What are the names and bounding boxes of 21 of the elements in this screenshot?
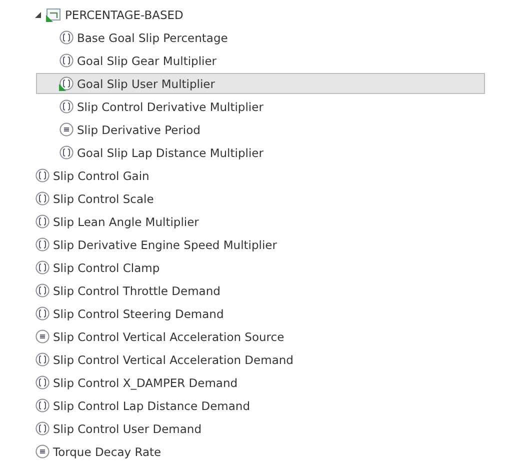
tree-item[interactable]: Goal Slip User Multiplier — [36, 73, 485, 94]
tree-item[interactable]: Slip Control Clamp — [33, 257, 485, 278]
tree-item[interactable]: Slip Control Vertical Acceleration Source — [33, 326, 485, 347]
tree-item[interactable]: Slip Control Vertical Acceleration Demand — [33, 349, 485, 370]
tree-item[interactable]: PERCENTAGE-BASED — [33, 4, 485, 25]
tree-item[interactable]: Slip Lean Angle Multiplier — [33, 211, 485, 232]
tree-item[interactable]: Torque Decay Rate — [33, 441, 485, 462]
tree-item[interactable]: Slip Derivative Engine Speed Multiplier — [33, 234, 485, 255]
tree-item[interactable]: Slip Control Throttle Demand — [33, 280, 485, 301]
tree-item[interactable]: Slip Control Gain — [33, 165, 485, 186]
tree-item[interactable]: Slip Control X_DAMPER Demand — [33, 372, 485, 393]
tree-item[interactable]: Slip Control Lap Distance Demand — [33, 395, 485, 416]
expand-toggle-icon[interactable] — [34, 10, 42, 18]
tree-item[interactable]: Slip Control Derivative Multiplier — [58, 96, 485, 117]
tree-item[interactable]: Slip Control User Demand — [33, 418, 485, 439]
tree-item[interactable]: Goal Slip Gear Multiplier — [58, 50, 485, 71]
tree-item[interactable]: Slip Derivative Period — [58, 119, 485, 140]
tree-item[interactable]: Slip Control Steering Demand — [33, 303, 485, 324]
tree-item[interactable]: Slip Control Scale — [33, 188, 485, 209]
tree-item[interactable]: Base Goal Slip Percentage — [58, 27, 485, 48]
tree-item[interactable]: Goal Slip Lap Distance Multiplier — [58, 142, 485, 163]
